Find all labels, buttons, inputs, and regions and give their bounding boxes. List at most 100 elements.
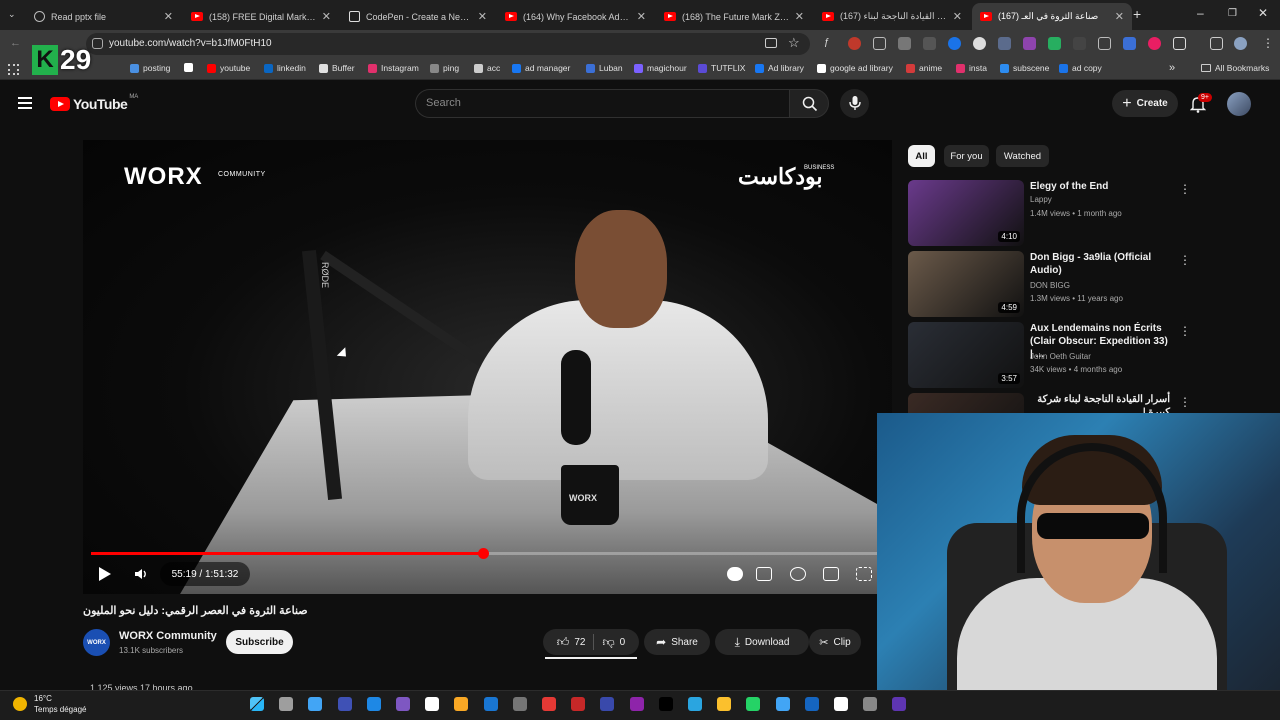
more-options-icon[interactable]: ⋮: [1179, 182, 1191, 196]
extension-icon-14[interactable]: [1148, 37, 1161, 50]
extension-icon-7[interactable]: [973, 37, 986, 50]
premiere-pro-icon[interactable]: [892, 697, 907, 711]
recommended-channel[interactable]: Lappy: [1030, 195, 1052, 204]
like-button[interactable]: 👍︎ 72: [557, 635, 586, 650]
more-options-icon[interactable]: ⋮: [1179, 395, 1191, 409]
share-button[interactable]: ➦ Share: [644, 629, 710, 655]
extensions-puzzle-icon[interactable]: [1173, 37, 1186, 50]
search-button[interactable]: [789, 89, 829, 118]
tab-close-icon[interactable]: ✕: [1115, 10, 1124, 23]
extension-icon-5[interactable]: [923, 37, 936, 50]
explorer-icon[interactable]: [454, 697, 469, 711]
voice-search-button[interactable]: [840, 89, 869, 118]
extension-icon-11[interactable]: [1073, 37, 1086, 50]
clip-button[interactable]: ✂ Clip: [809, 629, 861, 655]
miniplayer-icon[interactable]: [823, 567, 839, 581]
close-window-button[interactable]: ✕: [1258, 6, 1268, 20]
video-player[interactable]: WORX: [83, 140, 892, 594]
browser-tab[interactable]: (168) The Future Mark Zucker ✕: [656, 3, 812, 30]
bookmark-item[interactable]: Buffer: [319, 63, 355, 73]
browser-tab[interactable]: (164) Why Facebook Ads Are ✕: [497, 3, 654, 30]
chrome-icon[interactable]: [717, 697, 732, 711]
tab-close-icon[interactable]: ✕: [478, 10, 487, 23]
all-bookmarks-button[interactable]: All Bookmarks: [1201, 63, 1269, 73]
search-icon[interactable]: [279, 697, 294, 711]
youtube-logo[interactable]: YouTube MA: [50, 94, 138, 112]
search-input[interactable]: [415, 89, 789, 118]
bookmark-item[interactable]: magichour: [634, 63, 687, 73]
profile-icon[interactable]: [1234, 37, 1247, 50]
edge-icon[interactable]: [366, 697, 381, 711]
premiere-icon[interactable]: [629, 697, 644, 711]
extension-icon-9[interactable]: [1023, 37, 1036, 50]
back-icon[interactable]: ←: [10, 37, 21, 49]
bookmark-item[interactable]: Instagram: [368, 63, 419, 73]
bookmark-item[interactable]: subscene: [1000, 63, 1049, 73]
bookmark-item[interactable]: ad manager: [512, 63, 570, 73]
weather-description[interactable]: Temps dégagé: [34, 705, 86, 714]
browser-tab[interactable]: (167) أسرار القيادة الناجحة لبناء ✕: [814, 3, 970, 30]
notepad-icon[interactable]: [425, 697, 440, 711]
start-icon[interactable]: [250, 697, 264, 711]
account-avatar[interactable]: [1227, 92, 1251, 116]
bookmark-item[interactable]: Ad library: [755, 63, 804, 73]
chip-all[interactable]: All: [908, 145, 935, 167]
play-icon[interactable]: [99, 567, 111, 581]
bookmark-item[interactable]: ad copy: [1059, 63, 1102, 73]
minimize-button[interactable]: –: [1197, 6, 1204, 20]
recommended-video[interactable]: 4:10 Elegy of the End Lappy 1.4M views • 1 …: [908, 180, 1193, 246]
hamburger-menu-icon[interactable]: [18, 97, 32, 112]
recommended-channel[interactable]: John Oeth Guitar: [1030, 352, 1091, 361]
bookmark-item[interactable]: acc: [474, 63, 500, 73]
tab-groups-icon[interactable]: [1210, 37, 1223, 50]
settings-gear-icon[interactable]: [790, 567, 806, 581]
video-thumbnail[interactable]: 3:57: [908, 322, 1024, 388]
photos-icon[interactable]: [775, 697, 790, 711]
recommended-title[interactable]: Elegy of the End: [1030, 180, 1170, 193]
subtitles-icon[interactable]: [756, 567, 772, 581]
browser-tab[interactable]: (167) صناعة الثروة في العـ ✕: [972, 3, 1132, 30]
telegram-icon[interactable]: [688, 697, 702, 711]
extension-red-icon[interactable]: [848, 37, 861, 50]
channel-avatar[interactable]: WORX: [83, 629, 110, 656]
tiktok-icon[interactable]: [658, 697, 673, 711]
todoist-icon[interactable]: [542, 697, 556, 711]
create-button[interactable]: + Create: [1112, 90, 1178, 117]
volume-icon[interactable]: [134, 568, 148, 580]
mail-icon[interactable]: [600, 697, 615, 711]
download-button[interactable]: ⤓ Download: [715, 629, 809, 655]
tab-close-icon[interactable]: ✕: [322, 10, 331, 23]
browser-tab[interactable]: Read pptx file ✕: [26, 3, 181, 30]
bookmark-item[interactable]: TUTFLIX: [698, 63, 745, 73]
vscode-icon[interactable]: [396, 697, 410, 711]
extension-icon-6[interactable]: [948, 37, 961, 50]
bookmark-item[interactable]: linkedin: [264, 63, 306, 73]
bookmark-item[interactable]: insta: [956, 63, 987, 73]
chip-watched[interactable]: Watched: [996, 145, 1049, 167]
recommended-video[interactable]: 4:59 Don Bigg - 3a9lia (Official Audio) DO…: [908, 251, 1193, 317]
bookmark-star-icon[interactable]: ☆: [788, 35, 800, 51]
video-thumbnail[interactable]: 4:10: [908, 180, 1024, 246]
dislike-button[interactable]: 👎︎ 0: [602, 635, 625, 650]
tab-close-icon[interactable]: ✕: [953, 10, 962, 23]
channel-name[interactable]: WORX Community: [119, 630, 217, 642]
settings-icon[interactable]: [512, 697, 527, 711]
recommended-video[interactable]: 3:57 Aux Lendemains non Écrits (Clair Obs…: [908, 322, 1193, 388]
bookmark-item[interactable]: youtube: [207, 63, 250, 73]
task-view-icon[interactable]: [337, 697, 352, 711]
opera-icon[interactable]: [571, 697, 586, 711]
apps-grid-icon[interactable]: [8, 64, 19, 75]
extension-icon-4[interactable]: [898, 37, 911, 50]
more-options-icon[interactable]: ⋮: [1179, 253, 1191, 267]
weather-temperature[interactable]: 16°C: [34, 694, 52, 703]
extension-icon-12[interactable]: [1098, 37, 1111, 50]
extension-font-icon[interactable]: ƒ: [824, 37, 837, 50]
whatsapp-icon[interactable]: [746, 697, 761, 711]
tab-close-icon[interactable]: ✕: [795, 10, 804, 23]
more-bookmarks-button[interactable]: »: [1169, 62, 1175, 74]
tab-close-icon[interactable]: ✕: [164, 10, 173, 23]
bookmark-item[interactable]: ping: [430, 63, 459, 73]
browser-tab[interactable]: (158) FREE Digital Marketing ✕: [183, 3, 339, 30]
bookmark-item[interactable]: anime: [906, 63, 942, 73]
tab-close-icon[interactable]: ✕: [637, 10, 646, 23]
